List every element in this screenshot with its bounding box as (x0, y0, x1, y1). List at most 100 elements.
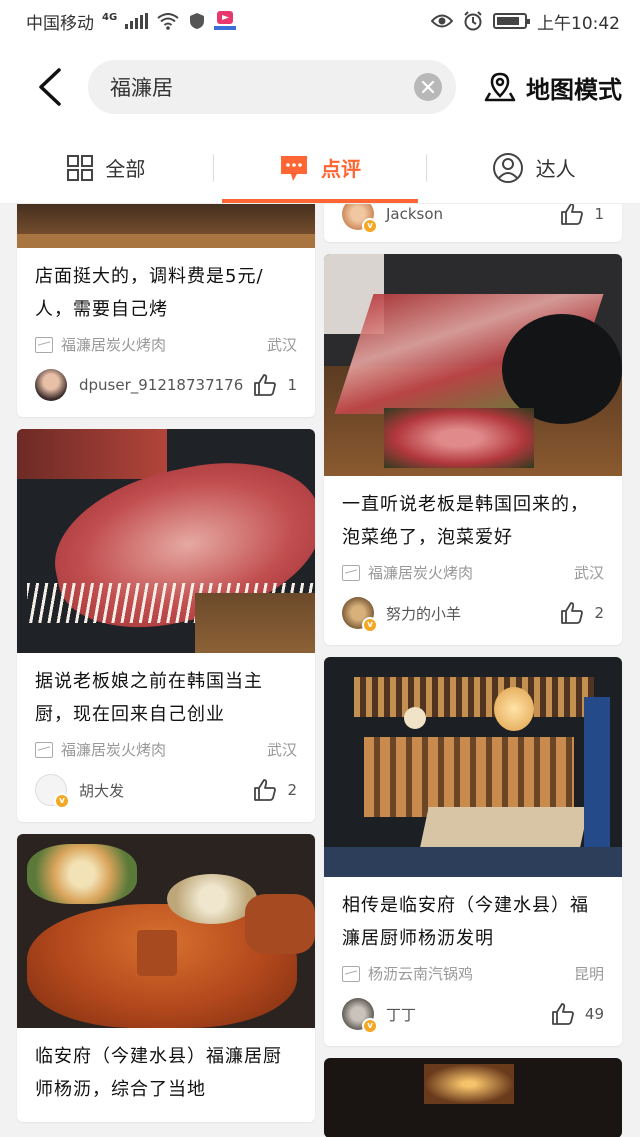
review-text: 相传是临安府（今建水县）福濂居厨师杨沥发明 (342, 895, 589, 949)
review-text: 店面挺大的，调料费是5元/人，需要自己烤 (35, 266, 264, 320)
tab-experts-label: 达人 (535, 157, 576, 181)
shop-name: 福濂居炭火烤肉 (61, 741, 167, 759)
filter-tabs: 全部 点评 达人 (0, 132, 640, 204)
thumbs-up-icon (561, 204, 584, 225)
app-notification-icon (214, 11, 237, 30)
review-card[interactable]: 据说老板娘之前在韩国当主厨，现在回来自己创业 福濂居炭火烤肉 武汉 v 胡大发 … (17, 429, 315, 822)
author-row: v Jackson 1 (342, 204, 604, 234)
like-count: 2 (594, 604, 604, 622)
shop-row[interactable]: 福濂居炭火烤肉 武汉 (342, 562, 604, 583)
back-button[interactable] (30, 67, 70, 107)
tab-all-label: 全部 (105, 157, 146, 181)
author-row: v 胡大发 2 (35, 774, 297, 809)
shop-city: 武汉 (266, 741, 297, 759)
review-photo (17, 834, 315, 1028)
shop-icon (342, 564, 360, 581)
status-bar: 中国移动 4G 上午10:42 (0, 0, 640, 42)
author-name[interactable]: 丁丁 (386, 1004, 416, 1025)
shop-city: 武汉 (266, 336, 297, 354)
thumbs-up-icon (561, 602, 584, 624)
shield-icon (190, 13, 205, 29)
tab-reviews[interactable]: 点评 (214, 132, 427, 203)
review-text: 临安府（今建水县）福濂居厨师杨沥，综合了当地 (35, 1046, 282, 1100)
review-text: 一直听说老板是韩国回来的，泡菜绝了，泡菜爱好 (342, 494, 589, 548)
like-button[interactable]: 49 (551, 1002, 604, 1026)
shop-name: 杨沥云南汽锅鸡 (368, 965, 474, 983)
signal-icon (125, 13, 149, 29)
review-card[interactable]: 店面挺大的，调料费是5元/人，需要自己烤 福濂居炭火烤肉 武汉 dpuser_9… (17, 204, 315, 417)
shop-icon (35, 741, 53, 758)
carrier-name: 中国移动 (26, 13, 94, 34)
person-icon (492, 152, 523, 183)
review-card[interactable]: 一直听说老板是韩国回来的，泡菜绝了，泡菜爱好 福濂居炭火烤肉 武汉 v 努力的小… (324, 254, 622, 645)
like-count: 49 (584, 1005, 604, 1023)
avatar[interactable] (35, 369, 67, 401)
map-mode-label: 地图模式 (526, 75, 622, 104)
like-button[interactable]: 2 (253, 778, 297, 802)
review-card[interactable]: 临安府（今建水县）福濂居厨师杨沥，综合了当地 (17, 834, 315, 1122)
close-icon (421, 80, 435, 94)
map-mode-button[interactable]: 地图模式 (484, 70, 622, 105)
battery-icon (493, 13, 530, 29)
verified-badge-icon: v (362, 218, 378, 234)
author-name[interactable]: Jackson (386, 205, 443, 223)
like-count: 1 (594, 205, 604, 223)
comment-icon (281, 155, 307, 181)
shop-row[interactable]: 福濂居炭火烤肉 武汉 (35, 739, 297, 760)
avatar[interactable]: v (342, 597, 378, 633)
verified-badge-icon: v (54, 793, 70, 809)
avatar[interactable]: v (35, 774, 70, 809)
tab-all[interactable]: 全部 (0, 132, 213, 203)
author-row: v 努力的小羊 2 (342, 597, 604, 633)
shop-row[interactable]: 杨沥云南汽锅鸡 昆明 (342, 963, 604, 984)
author-row: dpuser_91218737176 1 (35, 369, 297, 401)
author-name[interactable]: 胡大发 (79, 780, 124, 801)
verified-badge-icon: v (362, 617, 378, 633)
review-photo (324, 657, 622, 877)
shop-name: 福濂居炭火烤肉 (61, 336, 167, 354)
clear-search-button[interactable] (414, 73, 442, 101)
review-card[interactable]: 相传是临安府（今建水县）福濂居厨师杨沥发明 杨沥云南汽锅鸡 昆明 v 丁丁 49 (324, 657, 622, 1046)
author-name[interactable]: 努力的小羊 (386, 603, 461, 624)
review-photo (17, 204, 315, 248)
author-name[interactable]: dpuser_91218737176 (79, 376, 243, 394)
tab-experts[interactable]: 达人 (427, 132, 640, 203)
thumbs-up-icon (254, 374, 277, 396)
grid-icon (67, 154, 94, 181)
shop-city: 武汉 (573, 564, 604, 582)
review-photo (17, 429, 315, 653)
shop-icon (342, 965, 360, 982)
review-text: 据说老板娘之前在韩国当主厨，现在回来自己创业 (35, 671, 263, 725)
avatar[interactable]: v (342, 998, 378, 1034)
map-pin-icon (484, 72, 516, 102)
like-count: 1 (287, 376, 297, 394)
like-button[interactable]: 1 (253, 373, 297, 397)
review-card[interactable] (324, 1058, 622, 1137)
alarm-icon (464, 11, 482, 31)
like-button[interactable]: 2 (560, 601, 604, 625)
search-box[interactable] (88, 60, 456, 114)
search-input[interactable] (110, 75, 414, 99)
thumbs-up-icon (254, 779, 277, 801)
review-feed: 店面挺大的，调料费是5元/人，需要自己烤 福濂居炭火烤肉 武汉 dpuser_9… (0, 204, 640, 1137)
review-card[interactable]: v Jackson 1 (324, 204, 622, 242)
eye-icon (431, 14, 453, 28)
network-type: 4G (102, 11, 118, 23)
clock: 上午10:42 (537, 13, 620, 34)
thumbs-up-icon (552, 1003, 574, 1025)
tab-reviews-label: 点评 (321, 157, 361, 181)
avatar[interactable]: v (342, 204, 378, 234)
review-photo (324, 1058, 622, 1137)
review-photo (324, 254, 622, 476)
wifi-icon (157, 13, 179, 30)
author-row: v 丁丁 49 (342, 998, 604, 1034)
like-count: 2 (287, 781, 297, 799)
search-header: 地图模式 (0, 42, 640, 132)
shop-name: 福濂居炭火烤肉 (368, 564, 474, 582)
like-button[interactable]: 1 (560, 204, 604, 226)
chevron-left-icon (39, 68, 61, 106)
shop-row[interactable]: 福濂居炭火烤肉 武汉 (35, 334, 297, 355)
shop-city: 昆明 (573, 965, 604, 983)
verified-badge-icon: v (362, 1018, 378, 1034)
shop-icon (35, 336, 53, 353)
